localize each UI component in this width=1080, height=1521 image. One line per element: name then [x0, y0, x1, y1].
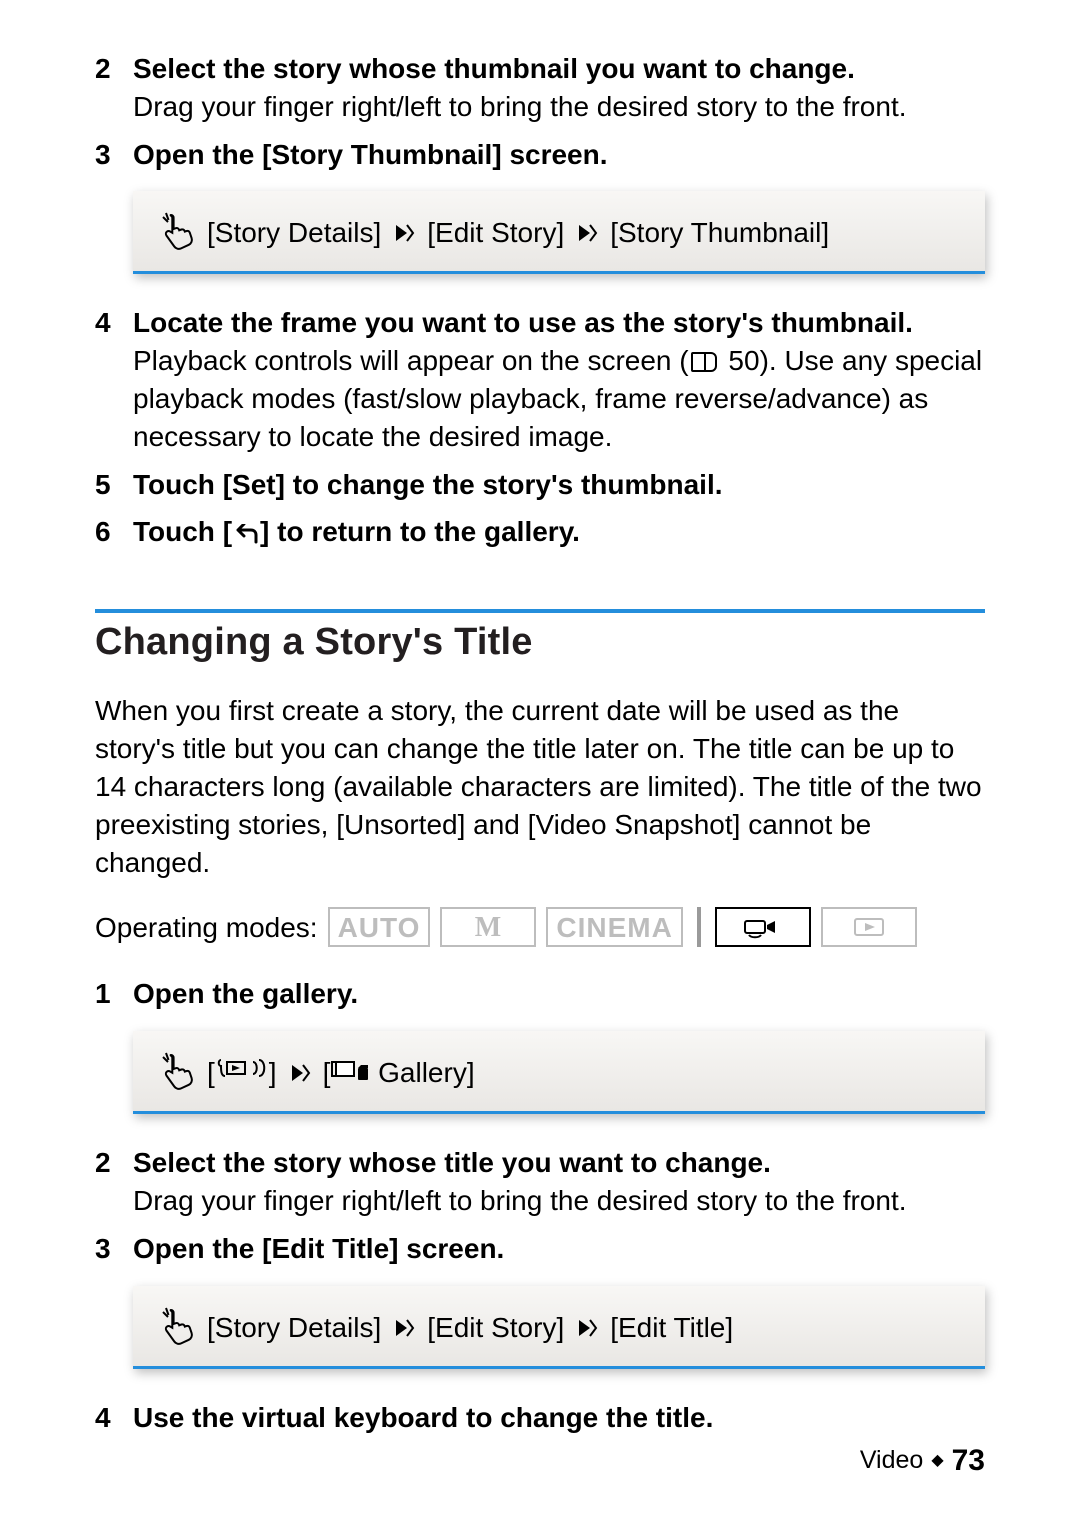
chevron-right-icon — [576, 1317, 598, 1339]
steps-list-top: 2 Select the story whose thumbnail you w… — [95, 50, 985, 173]
step-title: Touch [] to return to the gallery. — [133, 516, 580, 547]
step-item: 4 Use the virtual keyboard to change the… — [95, 1399, 985, 1437]
chevron-right-icon — [393, 222, 415, 244]
touch-path-item: [Story Details] — [207, 1309, 381, 1347]
mode-auto: AUTO — [328, 907, 431, 947]
step-item: 3 Open the [Edit Title] screen. — [95, 1230, 985, 1268]
step-desc: Drag your finger right/left to bring the… — [133, 91, 907, 122]
step-item: 1 Open the gallery. — [95, 975, 985, 1013]
touch-path-item: [Story Thumbnail] — [610, 214, 829, 252]
step-title: Select the story whose title you want to… — [133, 1147, 771, 1178]
touch-path-item: [ ] — [207, 1054, 277, 1092]
touch-path-item: [Story Details] — [207, 214, 381, 252]
mode-photo-playback — [821, 907, 917, 947]
steps-list-bottom: 1 Open the gallery. — [95, 975, 985, 1013]
step-number: 6 — [95, 513, 133, 553]
section-divider — [95, 609, 985, 613]
steps-list-top-cont: 4 Locate the frame you want to use as th… — [95, 304, 985, 553]
step-number: 1 — [95, 975, 133, 1013]
step-number: 3 — [95, 136, 133, 174]
step-title: Touch [Set] to change the story's thumbn… — [133, 469, 723, 500]
step-number: 4 — [95, 304, 133, 455]
step-title: Open the [Story Thumbnail] screen. — [133, 139, 608, 170]
step-number: 4 — [95, 1399, 133, 1437]
step-title: Select the story whose thumbnail you wan… — [133, 53, 855, 84]
camcorder-icon — [743, 915, 783, 939]
step-title: Open the gallery. — [133, 978, 358, 1009]
chevron-right-icon — [289, 1062, 311, 1084]
mode-movie-playback — [715, 907, 811, 947]
step-item: 6 Touch [] to return to the gallery. — [95, 513, 985, 553]
touch-hand-icon — [155, 1306, 195, 1350]
step-desc: Drag your finger right/left to bring the… — [133, 1185, 907, 1216]
step-desc: Playback controls will appear on the scr… — [133, 345, 982, 452]
chevron-right-icon — [576, 222, 598, 244]
touch-path-item: [Edit Title] — [610, 1309, 733, 1347]
touch-path-story-thumbnail: [Story Details] [Edit Story] [Story Thum… — [133, 191, 985, 274]
step-title: Open the [Edit Title] screen. — [133, 1233, 504, 1264]
step-number: 2 — [95, 1144, 133, 1220]
touch-hand-icon — [155, 1051, 195, 1095]
touch-hand-icon — [155, 211, 195, 255]
section-intro: When you first create a story, the curre… — [95, 692, 985, 881]
steps-list-bottom-cont: 2 Select the story whose title you want … — [95, 1144, 985, 1267]
step-item: 5 Touch [Set] to change the story's thum… — [95, 466, 985, 504]
step-title: Locate the frame you want to use as the … — [133, 307, 913, 338]
step-title: Use the virtual keyboard to change the t… — [133, 1402, 713, 1433]
gallery-memory-icon — [330, 1058, 370, 1082]
footer-section: Video — [860, 1444, 924, 1478]
diamond-icon: ◆ — [931, 1453, 943, 1469]
touch-path-edit-title: [Story Details] [Edit Story] [Edit Title… — [133, 1286, 985, 1369]
step-number: 3 — [95, 1230, 133, 1268]
operating-modes-row: Operating modes: AUTO M CINEMA — [95, 907, 985, 947]
mode-cinema: CINEMA — [546, 907, 682, 947]
step-item: 2 Select the story whose thumbnail you w… — [95, 50, 985, 126]
page-number: 73 — [952, 1441, 985, 1482]
step-item: 4 Locate the frame you want to use as th… — [95, 304, 985, 455]
index-switch-icon — [215, 1056, 269, 1082]
touch-path-item: [ Gallery] — [323, 1054, 475, 1092]
page-footer: Video ◆ 73 — [860, 1441, 985, 1482]
mode-separator — [697, 907, 701, 947]
steps-list-bottom-cont2: 4 Use the virtual keyboard to change the… — [95, 1399, 985, 1437]
operating-modes-label: Operating modes: — [95, 909, 318, 947]
step-number: 2 — [95, 50, 133, 126]
touch-path-open-gallery: [ ] [ Gallery] — [133, 1031, 985, 1114]
step-item: 3 Open the [Story Thumbnail] screen. — [95, 136, 985, 174]
step-number: 5 — [95, 466, 133, 504]
page-reference-icon — [691, 352, 717, 372]
touch-path-item: [Edit Story] — [427, 1309, 564, 1347]
chevron-right-icon — [393, 1317, 415, 1339]
play-photo-icon — [849, 915, 889, 939]
mode-manual: M — [440, 907, 536, 947]
step-item: 2 Select the story whose title you want … — [95, 1144, 985, 1220]
back-arrow-icon — [232, 515, 260, 553]
touch-path-item: [Edit Story] — [427, 214, 564, 252]
section-heading: Changing a Story's Title — [95, 617, 985, 668]
